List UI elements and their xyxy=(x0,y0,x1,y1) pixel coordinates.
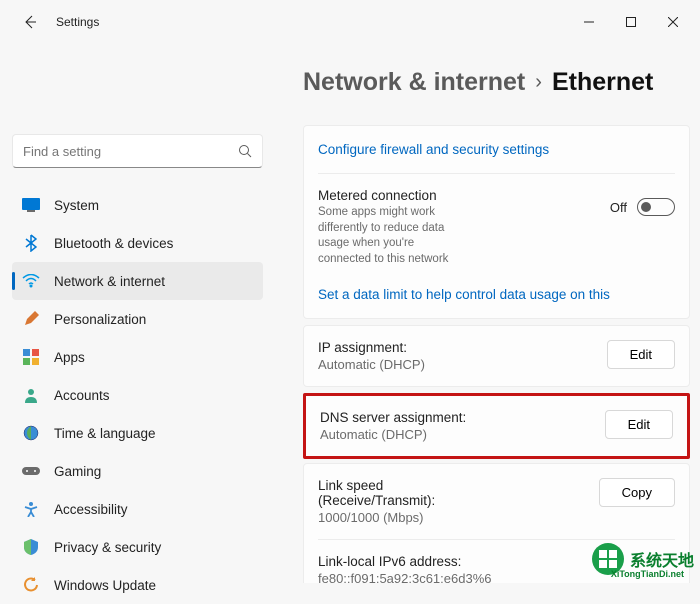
metered-title: Metered connection xyxy=(318,188,598,203)
sidebar-item-accessibility[interactable]: Accessibility xyxy=(12,490,263,528)
apps-icon xyxy=(22,348,40,366)
update-icon xyxy=(22,576,40,594)
sidebar-item-label: Accounts xyxy=(54,388,110,403)
main-content: Network & internet › Ethernet Configure … xyxy=(275,44,700,583)
ip-assignment-setting: IP assignment: Automatic (DHCP) Edit xyxy=(304,326,689,386)
watermark-text: 系统天地 xyxy=(630,547,694,571)
accounts-icon xyxy=(22,386,40,404)
breadcrumb: Network & internet › Ethernet xyxy=(303,68,700,97)
breadcrumb-parent[interactable]: Network & internet xyxy=(303,68,525,97)
sidebar-item-accounts[interactable]: Accounts xyxy=(12,376,263,414)
metered-toggle[interactable] xyxy=(637,198,675,216)
linkspeed-title: Link speed (Receive/Transmit): xyxy=(318,478,478,508)
personalization-icon xyxy=(22,310,40,328)
search-input[interactable] xyxy=(23,144,238,159)
ip-title: IP assignment: xyxy=(318,340,595,355)
time-icon xyxy=(22,424,40,442)
sidebar-item-label: Apps xyxy=(54,350,85,365)
minimize-icon xyxy=(584,17,594,27)
sidebar-item-privacy[interactable]: Privacy & security xyxy=(12,528,263,566)
watermark-url: XiTongTianDi.net xyxy=(611,569,684,579)
back-button[interactable] xyxy=(16,8,44,36)
search-box[interactable] xyxy=(12,134,263,168)
sidebar-item-label: Bluetooth & devices xyxy=(54,236,173,251)
sidebar-item-label: Privacy & security xyxy=(54,540,161,555)
linkspeed-copy-button[interactable]: Copy xyxy=(599,478,675,507)
accessibility-icon xyxy=(22,500,40,518)
minimize-button[interactable] xyxy=(568,7,610,37)
search-icon xyxy=(238,144,252,158)
window-title: Settings xyxy=(56,15,99,29)
arrow-left-icon xyxy=(22,14,38,30)
gaming-icon xyxy=(22,462,40,480)
ip-value: Automatic (DHCP) xyxy=(318,357,595,372)
sidebar-item-label: Windows Update xyxy=(54,578,156,593)
sidebar-item-personalization[interactable]: Personalization xyxy=(12,300,263,338)
sidebar: System Bluetooth & devices Network & int… xyxy=(0,44,275,583)
maximize-icon xyxy=(626,17,636,27)
firewall-link[interactable]: Configure firewall and security settings xyxy=(304,126,689,173)
sidebar-item-label: Gaming xyxy=(54,464,101,479)
dns-assignment-setting: DNS server assignment: Automatic (DHCP) … xyxy=(306,396,687,456)
system-icon xyxy=(22,196,40,214)
sidebar-item-time[interactable]: Time & language xyxy=(12,414,263,452)
linkspeed-value: 1000/1000 (Mbps) xyxy=(318,510,587,525)
bluetooth-icon xyxy=(22,234,40,252)
dns-highlight-box: DNS server assignment: Automatic (DHCP) … xyxy=(303,393,690,459)
sidebar-item-bluetooth[interactable]: Bluetooth & devices xyxy=(12,224,263,262)
close-button[interactable] xyxy=(652,7,694,37)
sidebar-item-gaming[interactable]: Gaming xyxy=(12,452,263,490)
dns-title: DNS server assignment: xyxy=(320,410,593,425)
data-limit-link[interactable]: Set a data limit to help control data us… xyxy=(304,281,689,318)
watermark: 系统天地 XiTongTianDi.net xyxy=(590,541,694,577)
sidebar-item-label: System xyxy=(54,198,99,213)
sidebar-item-system[interactable]: System xyxy=(12,186,263,224)
sidebar-item-label: Network & internet xyxy=(54,274,165,289)
close-icon xyxy=(668,17,678,27)
toggle-label: Off xyxy=(610,200,627,215)
page-title: Ethernet xyxy=(552,68,653,97)
link-speed-setting: Link speed (Receive/Transmit): 1000/1000… xyxy=(304,464,689,539)
sidebar-item-network[interactable]: Network & internet xyxy=(12,262,263,300)
network-icon xyxy=(22,272,40,290)
sidebar-item-label: Accessibility xyxy=(54,502,128,517)
sidebar-item-label: Personalization xyxy=(54,312,146,327)
metered-desc: Some apps might work differently to redu… xyxy=(318,205,468,267)
sidebar-item-label: Time & language xyxy=(54,426,156,441)
dns-value: Automatic (DHCP) xyxy=(320,427,593,442)
metered-setting: Metered connection Some apps might work … xyxy=(304,174,689,281)
chevron-right-icon: › xyxy=(535,71,542,94)
sidebar-item-apps[interactable]: Apps xyxy=(12,338,263,376)
sidebar-item-update[interactable]: Windows Update xyxy=(12,566,263,604)
shield-icon xyxy=(22,538,40,556)
ip-edit-button[interactable]: Edit xyxy=(607,340,675,369)
maximize-button[interactable] xyxy=(610,7,652,37)
titlebar: Settings xyxy=(0,0,700,44)
dns-edit-button[interactable]: Edit xyxy=(605,410,673,439)
